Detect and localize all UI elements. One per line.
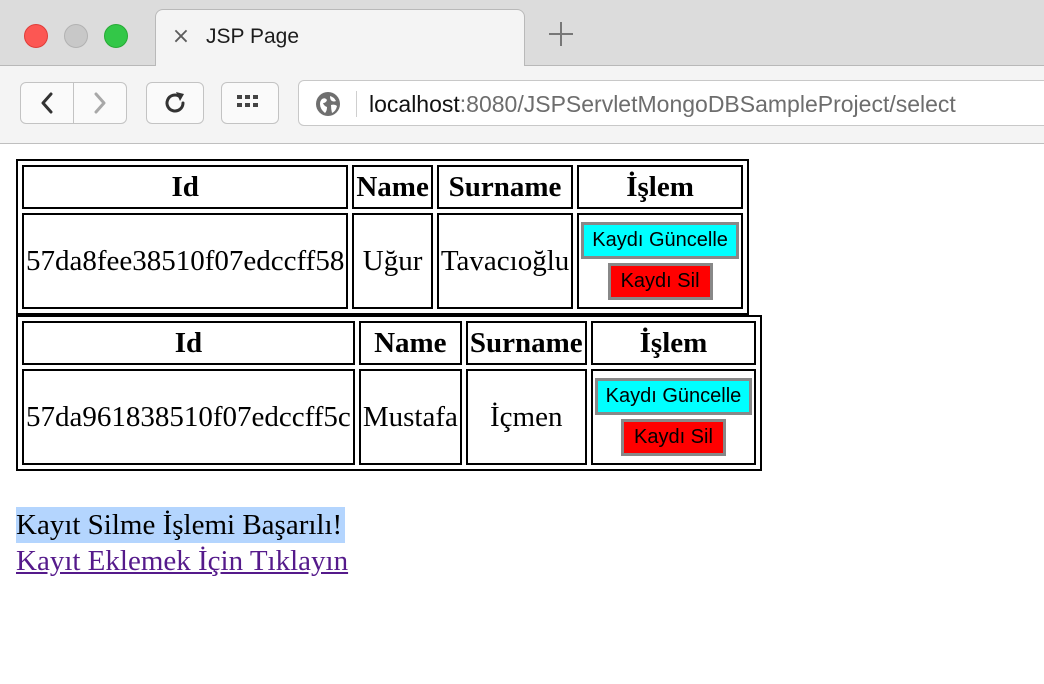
header-row: Id Name Surname İşlem: [22, 165, 743, 209]
header-surname: Surname: [465, 321, 587, 365]
address-bar-separator: [356, 91, 357, 117]
chevron-left-icon: [41, 92, 53, 114]
grid-icon: [237, 95, 258, 107]
new-tab-button[interactable]: [546, 19, 576, 49]
tab-title: JSP Page: [206, 25, 300, 48]
forward-button[interactable]: [73, 82, 127, 124]
table-row: 57da8fee38510f07edccff58 Uğur Tavacıoğlu…: [22, 213, 743, 309]
minimize-window-button[interactable]: [64, 24, 88, 48]
zoom-window-button[interactable]: [104, 24, 128, 48]
url-path: :8080/JSPServletMongoDBSampleProject/sel…: [459, 91, 956, 117]
record-table-2: Id Name Surname İşlem 57da961838510f07ed…: [16, 315, 763, 471]
plus-icon: [549, 22, 573, 46]
delete-record-button[interactable]: Kaydı Sil: [607, 263, 713, 300]
close-window-button[interactable]: [24, 24, 48, 48]
navigation-toolbar: localhost:8080/JSPServletMongoDBSamplePr…: [0, 66, 1044, 144]
add-record-link[interactable]: Kayıt Eklemek İçin Tıklayın: [16, 543, 348, 579]
cell-actions: Kaydı Güncelle Kaydı Sil: [590, 369, 757, 465]
top-sites-button[interactable]: [221, 82, 279, 124]
reload-icon: [165, 92, 185, 113]
header-surname: Surname: [436, 165, 574, 209]
active-tab[interactable]: × JSP Page: [155, 9, 525, 67]
header-name: Name: [352, 165, 433, 209]
site-info-globe-icon[interactable]: [315, 91, 341, 117]
page-content: Id Name Surname İşlem 57da8fee38510f07ed…: [16, 159, 763, 471]
cell-id: 57da8fee38510f07edccff58: [22, 213, 349, 309]
update-record-button[interactable]: Kaydı Güncelle: [581, 222, 739, 259]
table-row: 57da961838510f07edccff5c Mustafa İçmen K…: [22, 369, 757, 465]
cell-actions: Kaydı Güncelle Kaydı Sil: [577, 213, 743, 309]
cell-surname: Tavacıoğlu: [436, 213, 574, 309]
header-row: Id Name Surname İşlem: [22, 321, 757, 365]
cell-id: 57da961838510f07edccff5c: [22, 369, 355, 465]
tab-bar: × JSP Page: [0, 0, 1044, 67]
url-host: localhost: [369, 91, 460, 117]
update-record-button[interactable]: Kaydı Güncelle: [594, 378, 753, 415]
cell-name: Uğur: [352, 213, 433, 309]
header-id: Id: [22, 165, 349, 209]
back-button[interactable]: [20, 82, 74, 124]
record-table-1: Id Name Surname İşlem 57da8fee38510f07ed…: [16, 159, 749, 315]
cell-surname: İçmen: [465, 369, 587, 465]
header-action: İşlem: [577, 165, 743, 209]
tab-close-icon[interactable]: ×: [170, 26, 192, 48]
delete-record-button[interactable]: Kaydı Sil: [620, 419, 726, 456]
cell-name: Mustafa: [358, 369, 462, 465]
url-text[interactable]: localhost:8080/JSPServletMongoDBSamplePr…: [369, 91, 956, 118]
header-action: İşlem: [590, 321, 757, 365]
status-message: Kayıt Silme İşlemi Başarılı!: [16, 507, 346, 543]
reload-button[interactable]: [146, 82, 204, 124]
chevron-right-icon: [94, 92, 106, 114]
address-bar[interactable]: localhost:8080/JSPServletMongoDBSamplePr…: [298, 80, 1044, 126]
header-name: Name: [358, 321, 462, 365]
header-id: Id: [22, 321, 355, 365]
